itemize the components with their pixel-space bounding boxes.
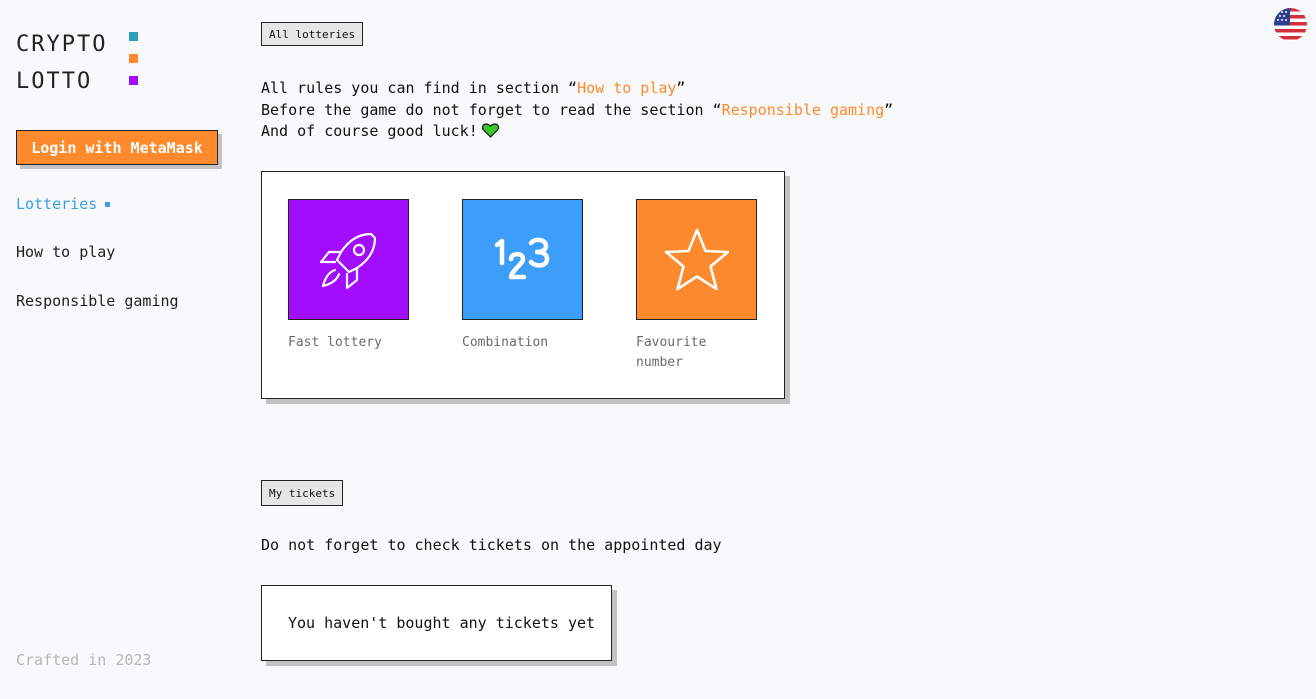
intro-text: All rules you can find in section “How t…: [261, 78, 893, 145]
rocket-icon: [319, 232, 376, 289]
lottery-card-fast[interactable]: Fast lottery: [288, 199, 409, 353]
numbers-123-icon: [494, 237, 549, 279]
lottery-tile[interactable]: [288, 199, 409, 320]
logo-dot-orange: [129, 54, 138, 63]
tag-my-tickets[interactable]: My tickets: [261, 480, 344, 506]
logo-text-lotto: LOTTO: [16, 69, 93, 94]
footer-crafted: Crafted in 2023: [16, 651, 152, 669]
link-responsible-gaming[interactable]: Responsible gaming: [722, 101, 885, 119]
intro-line-1: All rules you can find in section “How t…: [261, 78, 893, 100]
link-how-to-play[interactable]: How to play: [577, 79, 676, 97]
green-heart-icon: [481, 123, 499, 145]
lottery-name: Combination: [462, 335, 549, 350]
page: CRYPTO LOTTO Login with MetaMask Lotteri…: [0, 0, 1316, 699]
intro-line-1-prefix: All rules you can find in section “: [261, 79, 578, 97]
lottery-tile[interactable]: [636, 199, 757, 320]
logo[interactable]: CRYPTO LOTTO: [16, 26, 107, 100]
intro-line-2-prefix: Before the game do not forget to read th…: [261, 100, 722, 119]
lottery-name: Fast lottery: [288, 335, 382, 350]
lottery-tile[interactable]: [462, 199, 583, 320]
tickets-panel: You haven't bought any tickets yet: [261, 585, 612, 661]
active-indicator-icon: [105, 202, 111, 207]
intro-line-2: Before the game do not forget to read th…: [261, 100, 893, 122]
star-icon: [664, 228, 729, 290]
logo-dots: [129, 32, 138, 98]
tickets-hint: Do not forget to check tickets on the ap…: [261, 536, 722, 554]
lotteries-panel: Fast lottery Combination Favourite numbe…: [261, 171, 785, 399]
us-flag-icon[interactable]: [1274, 8, 1307, 41]
nav-item-label: Lotteries: [16, 195, 98, 213]
login-metamask-button[interactable]: Login with MetaMask: [16, 130, 218, 165]
tag-all-lotteries[interactable]: All lotteries: [261, 22, 364, 46]
nav-item-how-to-play[interactable]: How to play: [16, 243, 115, 261]
nav-item-lotteries[interactable]: Lotteries: [16, 195, 111, 213]
intro-line-2-suffix: ”: [884, 100, 894, 119]
tickets-empty-message: You haven't bought any tickets yet: [288, 614, 596, 632]
logo-dot-teal: [129, 32, 138, 41]
intro-line-1-suffix: ”: [676, 79, 686, 97]
lottery-card-combination[interactable]: Combination: [462, 199, 583, 353]
intro-line-3: And of course good luck!: [261, 121, 893, 145]
intro-line-3-text: And of course good luck!: [261, 122, 478, 140]
logo-text-crypto: CRYPTO: [16, 32, 108, 57]
lottery-card-favourite[interactable]: Favourite number: [636, 199, 757, 373]
lottery-name: Favourite number: [636, 335, 707, 370]
nav-item-responsible-gaming[interactable]: Responsible gaming: [16, 292, 179, 310]
logo-dot-purple: [129, 76, 138, 85]
